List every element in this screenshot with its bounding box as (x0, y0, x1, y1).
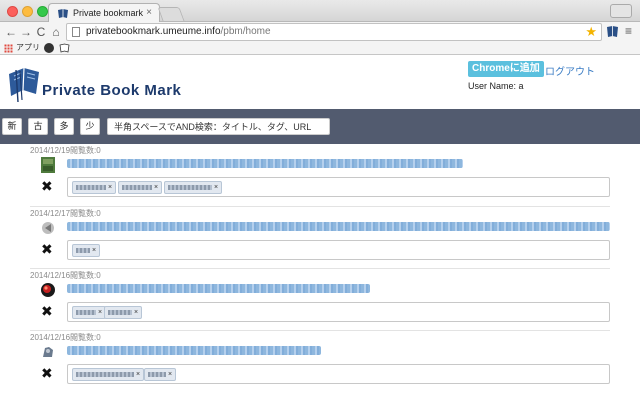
entry-title-link[interactable] (67, 159, 463, 168)
tag-chip[interactable]: tag× (164, 181, 223, 194)
site-favicon-icon[interactable] (40, 157, 56, 173)
bookmark-book-icon[interactable] (59, 43, 70, 53)
logout-link[interactable]: ログアウト (545, 63, 595, 78)
minimize-window-button[interactable] (22, 6, 33, 17)
reload-icon[interactable]: C (34, 24, 48, 40)
tag-chip[interactable]: tag× (118, 181, 163, 194)
sort-most-viewed-button[interactable]: 多 (54, 118, 74, 135)
tag-input[interactable]: tag× tag× (67, 364, 610, 384)
forward-arrow-icon[interactable]: → (19, 24, 33, 40)
tag-input[interactable]: tag× tag× tag× (67, 177, 610, 197)
sort-oldest-button[interactable]: 古 (28, 118, 48, 135)
book-icon (58, 9, 68, 18)
tag-chip[interactable]: tag× (72, 368, 145, 381)
browser-titlebar: Private bookmark × (0, 0, 640, 23)
site-title: Private Book Mark (42, 82, 182, 99)
site-favicon-icon[interactable] (40, 220, 56, 236)
delete-icon[interactable]: ✖ (41, 179, 53, 193)
entry-date: 2014/12/19閲覧数:0 (30, 146, 101, 155)
tag-remove-icon[interactable]: × (134, 309, 138, 316)
entry-title-link[interactable] (67, 284, 370, 293)
sort-newest-button[interactable]: 新 (2, 118, 22, 135)
github-icon[interactable] (44, 43, 54, 53)
tag-remove-icon[interactable]: × (136, 371, 140, 378)
bookmark-entry: 2014/12/16閲覧数:0 ✖ tag× tag× (0, 332, 640, 394)
entry-date: 2014/12/17閲覧数:0 (30, 209, 101, 218)
tab-title: Private bookmark (73, 8, 144, 18)
chrome-add-button[interactable]: Chromeに追加 (468, 61, 544, 77)
username-label: User Name: a (468, 81, 524, 91)
new-tab-button[interactable] (157, 7, 185, 21)
delete-icon[interactable]: ✖ (41, 242, 53, 256)
profile-button[interactable] (610, 4, 632, 18)
entry-title-link[interactable] (67, 222, 610, 231)
site-favicon-icon[interactable] (40, 282, 56, 298)
tag-chip[interactable]: tag× (104, 306, 143, 319)
bookmark-entry: 2014/12/16閲覧数:0 ✖ tag× tag× (0, 270, 640, 332)
entry-title-link[interactable] (67, 346, 321, 355)
url-text: privatebookmark.umeume.info/pbm/home (86, 26, 271, 37)
tag-remove-icon[interactable]: × (98, 309, 102, 316)
tag-remove-icon[interactable]: × (154, 184, 158, 191)
apps-grid-icon[interactable] (4, 44, 13, 53)
tab-close-icon[interactable]: × (146, 7, 152, 18)
delete-icon[interactable]: ✖ (41, 304, 53, 318)
bookmark-entry: 2014/12/17閲覧数:0 ✖ tag× (0, 208, 640, 270)
entry-divider (30, 206, 610, 207)
browser-tab[interactable]: Private bookmark × (48, 3, 160, 23)
menu-icon[interactable]: ≡ (625, 24, 632, 38)
bookmarks-bar: アプリ (0, 42, 640, 55)
tag-input[interactable]: tag× tag× (67, 302, 610, 322)
tag-remove-icon[interactable]: × (168, 371, 172, 378)
site-favicon-icon[interactable] (40, 344, 56, 360)
tag-remove-icon[interactable]: × (214, 184, 218, 191)
entry-date: 2014/12/16閲覧数:0 (30, 333, 101, 342)
control-bar: 新 古 多 少 (0, 109, 640, 144)
extension-book-icon[interactable] (606, 25, 619, 38)
page-icon (72, 27, 80, 37)
entry-date: 2014/12/16閲覧数:0 (30, 271, 101, 280)
search-input[interactable] (107, 118, 330, 135)
back-arrow-icon[interactable]: ← (4, 24, 18, 40)
tag-remove-icon[interactable]: × (108, 184, 112, 191)
entry-divider (30, 330, 610, 331)
tag-chip[interactable]: tag× (144, 368, 177, 381)
book-logo-icon (9, 67, 39, 102)
apps-label[interactable]: アプリ (16, 42, 40, 53)
tag-input[interactable]: tag× (67, 240, 610, 260)
home-icon[interactable]: ⌂ (49, 24, 63, 40)
tag-remove-icon[interactable]: × (92, 247, 96, 254)
sort-least-viewed-button[interactable]: 少 (80, 118, 100, 135)
tag-chip[interactable]: tag× (72, 181, 117, 194)
tag-chip[interactable]: tag× (72, 306, 107, 319)
browser-toolbar: ← → C ⌂ privatebookmark.umeume.info/pbm/… (0, 22, 640, 42)
close-window-button[interactable] (7, 6, 18, 17)
address-bar[interactable]: privatebookmark.umeume.info/pbm/home ★ (66, 23, 602, 41)
tag-chip[interactable]: tag× (72, 244, 101, 257)
delete-icon[interactable]: ✖ (41, 366, 53, 380)
entry-divider (30, 268, 610, 269)
zoom-window-button[interactable] (37, 6, 48, 17)
bookmark-star-icon[interactable]: ★ (585, 24, 597, 40)
bookmark-entry: 2014/12/19閲覧数:0 ✖ tag× tag× tag× (0, 145, 640, 207)
